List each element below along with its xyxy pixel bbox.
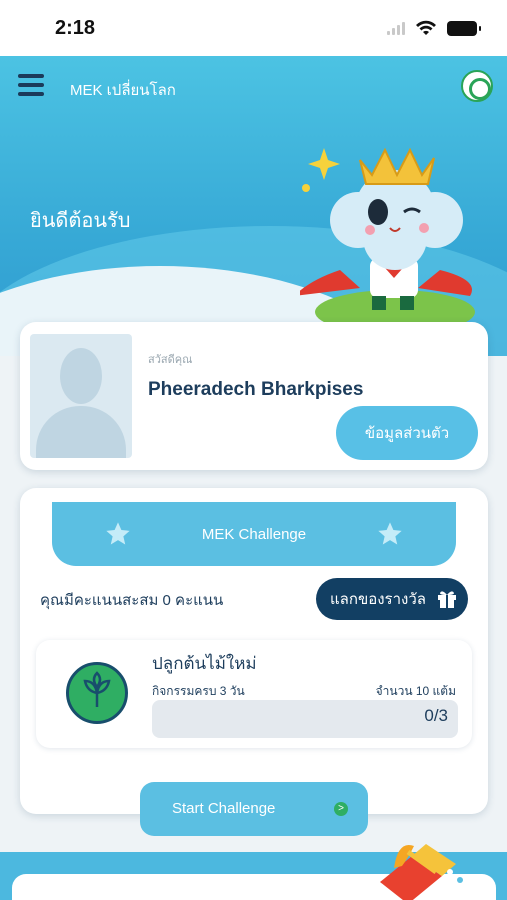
task-title: ปลูกต้นไม้ใหม่ — [152, 654, 257, 673]
challenge-banner-title: MEK Challenge — [201, 525, 307, 543]
start-challenge-label: Start Challenge — [172, 800, 276, 817]
profile-card: สวัสดีคุณ Pheeradech Bharkpises ข้อมูลส่… — [20, 322, 488, 470]
star-icon — [378, 522, 402, 545]
arrow-right-icon: > — [334, 802, 348, 816]
gift-box-icon — [380, 844, 463, 900]
start-challenge-button[interactable]: Start Challenge > — [140, 782, 368, 836]
challenge-task[interactable]: ปลูกต้นไม้ใหม่ กิจกรรมครบ 3 วัน จำนวน 10… — [36, 640, 472, 748]
redeem-reward-button[interactable]: แลกของรางวัล — [316, 578, 468, 620]
cloud-mascot-icon — [300, 147, 475, 330]
challenge-card: MEK Challenge คุณมีคะแนนสะสม 0 คะแนน แลก… — [20, 488, 488, 836]
task-progress-bar: 0/3 — [152, 700, 458, 738]
status-icons — [387, 20, 481, 36]
gift-icon — [438, 591, 456, 608]
points-summary: คุณมีคะแนนสะสม 0 คะแนน — [40, 592, 224, 609]
personal-info-button[interactable]: ข้อมูลส่วนตัว — [336, 406, 478, 460]
redeem-reward-label: แลกของรางวัล — [330, 591, 426, 608]
status-bar: 2:18 — [0, 0, 507, 56]
avatar — [30, 334, 132, 458]
task-progress-text: 0/3 — [424, 706, 448, 725]
signal-icon — [387, 21, 405, 35]
user-name: Pheeradech Bharkpises — [148, 379, 364, 400]
challenge-banner: MEK Challenge — [52, 502, 456, 566]
plant-icon — [66, 662, 128, 724]
menu-icon[interactable] — [18, 74, 44, 96]
welcome-text: ยินดีต้อนรับ — [30, 210, 131, 232]
star-icon — [106, 522, 130, 545]
status-time: 2:18 — [55, 17, 96, 39]
battery-icon — [447, 20, 481, 36]
task-points: จำนวน 10 แต้ม — [375, 684, 456, 698]
hero-header: MEK เปลี่ยนโลก ยินดีต้อนรับ — [0, 56, 507, 356]
task-description: กิจกรรมครบ 3 วัน — [152, 684, 245, 698]
app-title: MEK เปลี่ยนโลก — [70, 82, 176, 99]
greeting-label: สวัสดีคุณ — [148, 354, 193, 366]
wifi-icon — [416, 20, 436, 35]
logo-icon — [461, 70, 493, 102]
